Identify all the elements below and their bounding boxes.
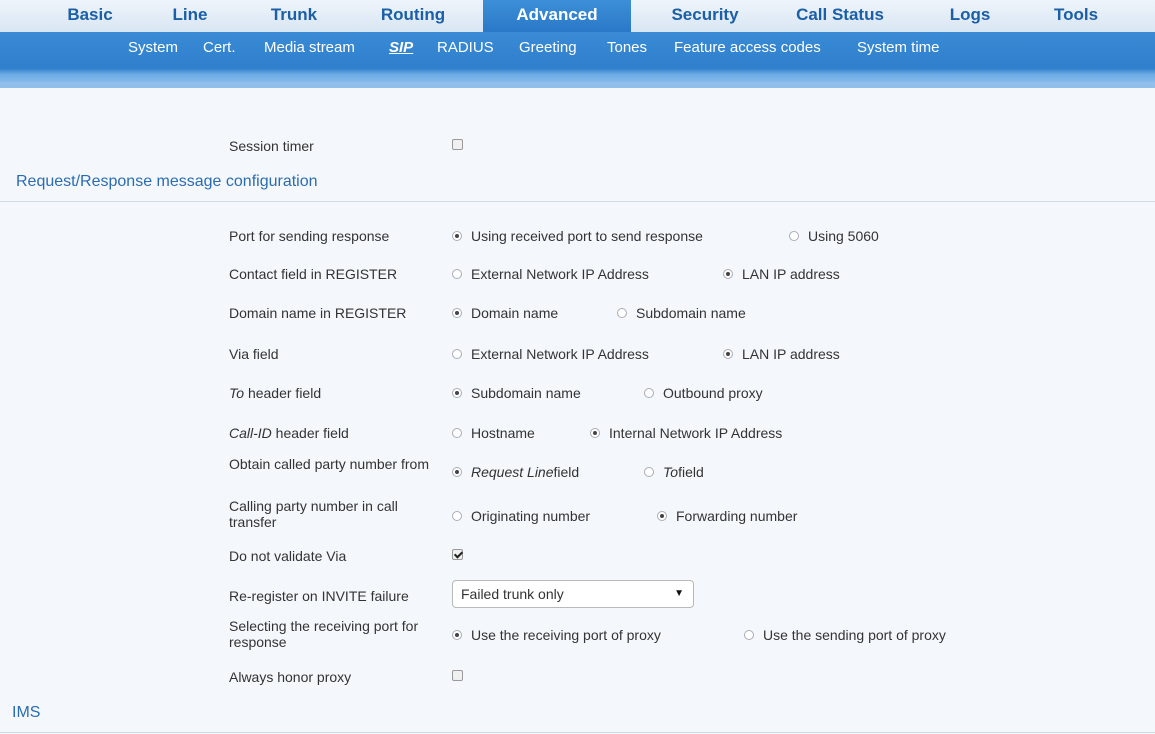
always-honor-proxy-checkbox[interactable]: [452, 670, 463, 681]
subdomain-name-option[interactable]: Subdomain name: [617, 305, 746, 321]
radio-selected-icon[interactable]: [723, 349, 733, 359]
tab-advanced[interactable]: Advanced: [483, 0, 631, 32]
port-response-label: Port for sending response: [229, 228, 390, 244]
via-field-label: Via field: [229, 346, 279, 362]
radio-selected-icon[interactable]: [452, 388, 462, 398]
radio-icon[interactable]: [744, 630, 754, 640]
contact-external-option[interactable]: External Network IP Address: [452, 266, 649, 282]
obtain-to-field-option[interactable]: To field: [644, 464, 704, 480]
radio-selected-icon[interactable]: [590, 428, 600, 438]
session-timer-label: Session timer: [229, 138, 314, 154]
obtain-request-line-option[interactable]: Request Line field: [452, 464, 579, 480]
recvport-receiving-option[interactable]: Use the receiving port of proxy: [452, 627, 661, 643]
sub-nav: System Cert. Media stream SIP RADIUS Gre…: [0, 32, 1155, 88]
subnav-band: [0, 82, 1155, 88]
domain-name-option[interactable]: Domain name: [452, 305, 558, 321]
radio-icon[interactable]: [789, 231, 799, 241]
radio-icon[interactable]: [617, 308, 627, 318]
ims-divider: [0, 732, 1155, 733]
section-ims: IMS: [12, 704, 41, 721]
contact-field-label: Contact field in REGISTER: [229, 266, 398, 282]
radio-selected-icon[interactable]: [452, 231, 462, 241]
contact-lan-option[interactable]: LAN IP address: [723, 266, 840, 282]
tab-trunk[interactable]: Trunk: [244, 0, 344, 32]
calling-forwarding-option[interactable]: Forwarding number: [657, 508, 797, 524]
radio-selected-icon[interactable]: [452, 467, 462, 477]
subtab-media-stream[interactable]: Media stream: [264, 32, 355, 64]
to-subdomain-option[interactable]: Subdomain name: [452, 385, 581, 401]
subtab-cert[interactable]: Cert.: [203, 32, 236, 64]
tab-tools[interactable]: Tools: [1026, 0, 1126, 32]
radio-selected-icon[interactable]: [723, 269, 733, 279]
tab-line[interactable]: Line: [140, 0, 240, 32]
subtab-system-time[interactable]: System time: [857, 32, 940, 64]
section-divider: [0, 201, 1155, 202]
radio-icon[interactable]: [644, 467, 654, 477]
subtab-greeting[interactable]: Greeting: [519, 32, 577, 64]
subtab-radius[interactable]: RADIUS: [437, 32, 494, 64]
port-received-option[interactable]: Using received port to send response: [452, 228, 703, 244]
tab-routing[interactable]: Routing: [363, 0, 463, 32]
via-external-option[interactable]: External Network IP Address: [452, 346, 649, 362]
session-timer-checkbox[interactable]: [452, 139, 463, 150]
callid-hostname-option[interactable]: Hostname: [452, 425, 535, 441]
radio-icon[interactable]: [452, 269, 462, 279]
calling-originating-option[interactable]: Originating number: [452, 508, 590, 524]
subtab-system[interactable]: System: [128, 32, 178, 64]
via-lan-option[interactable]: LAN IP address: [723, 346, 840, 362]
no-validate-via-label: Do not validate Via: [229, 548, 347, 564]
recvport-sending-option[interactable]: Use the sending port of proxy: [744, 627, 946, 643]
radio-selected-icon[interactable]: [657, 511, 667, 521]
port-5060-option[interactable]: Using 5060: [789, 228, 879, 244]
radio-icon[interactable]: [644, 388, 654, 398]
to-header-label: To header field: [229, 385, 322, 401]
no-validate-via-checkbox[interactable]: [452, 549, 463, 560]
tab-logs[interactable]: Logs: [920, 0, 1020, 32]
tab-call-status[interactable]: Call Status: [780, 0, 900, 32]
reregister-select[interactable]: Failed trunk only ▼: [452, 580, 694, 608]
subtab-tones[interactable]: Tones: [607, 32, 647, 64]
domain-name-label: Domain name in REGISTER: [229, 305, 407, 321]
subtab-sip[interactable]: SIP: [389, 32, 413, 64]
callid-header-label: Call-ID header field: [229, 425, 349, 441]
radio-selected-icon[interactable]: [452, 630, 462, 640]
radio-icon[interactable]: [452, 511, 462, 521]
radio-icon[interactable]: [452, 349, 462, 359]
callid-internal-ip-option[interactable]: Internal Network IP Address: [590, 425, 782, 441]
radio-selected-icon[interactable]: [452, 308, 462, 318]
top-nav: Basic Line Trunk Routing Advanced Securi…: [0, 0, 1155, 32]
dropdown-arrow-icon: ▼: [674, 588, 684, 599]
calling-party-label: Calling party number in call transfer: [229, 498, 398, 530]
tab-basic[interactable]: Basic: [40, 0, 140, 32]
reregister-label: Re-register on INVITE failure: [229, 588, 409, 604]
obtain-called-label: Obtain called party number from: [229, 456, 429, 472]
to-outbound-proxy-option[interactable]: Outbound proxy: [644, 385, 763, 401]
tab-security[interactable]: Security: [645, 0, 765, 32]
section-request-response: Request/Response message configuration: [16, 173, 318, 190]
subtab-feature-access-codes[interactable]: Feature access codes: [674, 32, 821, 64]
always-honor-proxy-label: Always honor proxy: [229, 669, 352, 685]
radio-icon[interactable]: [452, 428, 462, 438]
receiving-port-label: Selecting the receiving port for respons…: [229, 618, 419, 650]
